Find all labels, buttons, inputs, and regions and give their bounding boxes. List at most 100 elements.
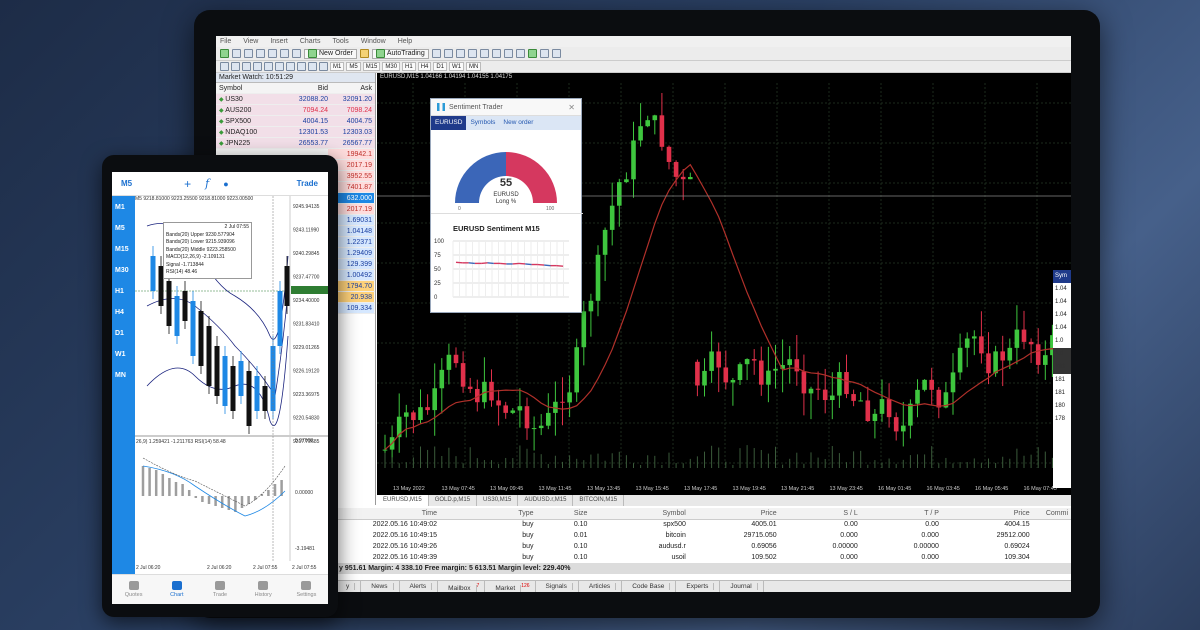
timeframe-m30[interactable]: M30 — [382, 62, 401, 71]
autoscroll-icon[interactable] — [503, 49, 513, 58]
terminal-tab[interactable]: Alerts — [400, 581, 439, 592]
trade-row[interactable]: 2022.05.16 10:49:15 buy 0.01 bitcoin 29715.0… — [336, 530, 1071, 541]
cursor-icon[interactable] — [220, 62, 229, 71]
nav-settings[interactable]: Settings — [285, 575, 328, 604]
text-icon[interactable] — [297, 62, 306, 71]
trade-button[interactable]: Trade — [297, 179, 318, 188]
menu-item[interactable]: Insert — [270, 38, 288, 45]
nav-trade[interactable]: Trade — [198, 575, 241, 604]
side-timeframe-d1[interactable]: D1 — [115, 330, 124, 337]
timeframe-mn[interactable]: MN — [466, 62, 482, 71]
side-timeframe-m1[interactable]: M1 — [115, 204, 125, 211]
periods-icon[interactable] — [539, 49, 549, 58]
candle-body — [844, 372, 849, 395]
tile-windows-icon[interactable] — [491, 49, 501, 58]
tab-new-order[interactable]: New order — [499, 116, 537, 130]
nav-chart[interactable]: Chart — [155, 575, 198, 604]
terminal-tab[interactable]: Signals — [536, 581, 579, 592]
market-watch-row[interactable]: ◆ SPX500 4004.15 4004.75 — [216, 116, 375, 127]
trendline-icon[interactable] — [264, 62, 273, 71]
navigator-icon[interactable] — [268, 49, 277, 58]
side-timeframe-m15[interactable]: M15 — [115, 246, 129, 253]
trade-row[interactable]: 2022.05.16 10:49:26 buy 0.10 audusd.r 0.6905… — [336, 541, 1071, 552]
trade-row[interactable]: 2022.05.16 10:49:39 buy 0.10 usoil 109.502 0.… — [336, 552, 1071, 563]
chart-tab[interactable]: GOLD.p,M15 — [429, 495, 478, 506]
terminal-icon[interactable] — [280, 49, 289, 58]
chart-shift-icon[interactable] — [515, 49, 525, 58]
profiles-icon[interactable] — [232, 49, 241, 58]
candle-body — [730, 380, 736, 383]
indicators-icon[interactable] — [527, 49, 537, 58]
timeframe-m15[interactable]: M15 — [362, 62, 381, 71]
side-timeframe-mn[interactable]: MN — [115, 372, 126, 379]
side-timeframe-w1[interactable]: W1 — [115, 351, 126, 358]
chart-tab[interactable]: BITCOIN,M15 — [573, 495, 625, 506]
crosshair-icon[interactable] — [231, 62, 240, 71]
timeframe-m5[interactable]: M5 — [346, 62, 361, 71]
objects-icon[interactable]: ● — [223, 179, 228, 189]
side-timeframe-h1[interactable]: H1 — [115, 288, 124, 295]
side-timeframe-m5[interactable]: M5 — [115, 225, 125, 232]
timeframe-d1[interactable]: D1 — [433, 62, 448, 71]
trade-row[interactable]: 2022.05.16 10:49:02 buy 0.10 spx500 4005.01 0… — [336, 519, 1071, 530]
market-watch-row[interactable]: ◆ AUS200 7094.24 7098.24 — [216, 105, 375, 116]
market-watch-row[interactable]: ◆ JPN225 26553.77 26567.77 — [216, 138, 375, 149]
candles-icon[interactable] — [443, 49, 453, 58]
crosshair-icon[interactable]: + — [184, 177, 191, 191]
vertical-line-icon[interactable] — [242, 62, 251, 71]
menu-item[interactable]: Charts — [300, 38, 321, 45]
metaeditor-icon[interactable] — [359, 49, 369, 58]
nav-history[interactable]: History — [242, 575, 285, 604]
market-watch-icon[interactable] — [244, 49, 253, 58]
indicators-icon[interactable]: f — [205, 177, 209, 190]
label-icon[interactable] — [308, 62, 317, 71]
timeframe-button[interactable]: M5 — [121, 179, 132, 188]
autotrading-icon — [375, 49, 385, 58]
nav-quotes[interactable]: Quotes — [112, 575, 155, 604]
close-icon[interactable]: ✕ — [568, 103, 575, 112]
terminal-tab[interactable]: y — [336, 581, 362, 592]
strategy-tester-icon[interactable] — [292, 49, 301, 58]
chart-tab[interactable]: US30,M15 — [477, 495, 519, 506]
menu-item[interactable]: Tools — [332, 38, 348, 45]
market-watch-row[interactable]: ◆ NDAQ100 12301.53 12303.03 — [216, 127, 375, 138]
channel-icon[interactable] — [275, 62, 284, 71]
terminal-tab[interactable]: Market 126 — [485, 581, 536, 592]
market-watch-row[interactable]: ◆ US30 32088.20 32091.20 — [216, 94, 375, 105]
menu-item[interactable]: Window — [361, 38, 386, 45]
new-chart-icon[interactable] — [220, 49, 229, 58]
terminal-tab[interactable]: Mailbox 7 — [438, 581, 486, 592]
chart-tab[interactable]: EURUSD,M15 — [377, 495, 429, 506]
terminal-tab[interactable]: News — [361, 581, 400, 592]
tab-eurusd[interactable]: EURUSD — [431, 116, 467, 130]
line-chart-icon[interactable] — [455, 49, 465, 58]
terminal-tab[interactable]: Journal — [720, 581, 764, 592]
templates-icon[interactable] — [551, 49, 561, 58]
side-timeframe-m30[interactable]: M30 — [115, 267, 129, 274]
menu-item[interactable]: File — [220, 38, 231, 45]
autotrading-button[interactable]: AutoTrading — [371, 48, 429, 59]
terminal-tab[interactable]: Code Base — [622, 581, 677, 592]
tab-symbols[interactable]: Symbols — [466, 116, 499, 130]
data-window-icon[interactable] — [256, 49, 265, 58]
menu-item[interactable]: View — [243, 38, 258, 45]
arrows-icon[interactable] — [319, 62, 328, 71]
mobile-chart[interactable]: 9245.94135 9243.11990 9240.29845 9237.47700… — [135, 196, 328, 574]
timeframe-h1[interactable]: H1 — [402, 62, 416, 71]
timeframe-h4[interactable]: H4 — [417, 62, 432, 71]
sentiment-line-segment — [481, 262, 488, 265]
fibonacci-icon[interactable] — [286, 62, 295, 71]
bar-chart-icon[interactable] — [431, 49, 441, 58]
timeframe-m1[interactable]: M1 — [330, 62, 345, 71]
new-order-button[interactable]: New Order — [304, 48, 357, 59]
terminal-tab[interactable]: Experts — [676, 581, 721, 592]
timeframe-w1[interactable]: W1 — [449, 62, 465, 71]
trade-cell: 29715.050 — [743, 532, 777, 539]
chart-tab[interactable]: AUDUSD.r,M15 — [518, 495, 574, 506]
zoom-out-icon[interactable] — [479, 49, 489, 58]
horizontal-line-icon[interactable] — [253, 62, 262, 71]
menu-item[interactable]: Help — [398, 38, 412, 45]
zoom-in-icon[interactable] — [467, 49, 477, 58]
terminal-tab[interactable]: Articles — [579, 581, 623, 592]
side-timeframe-h4[interactable]: H4 — [115, 309, 124, 316]
